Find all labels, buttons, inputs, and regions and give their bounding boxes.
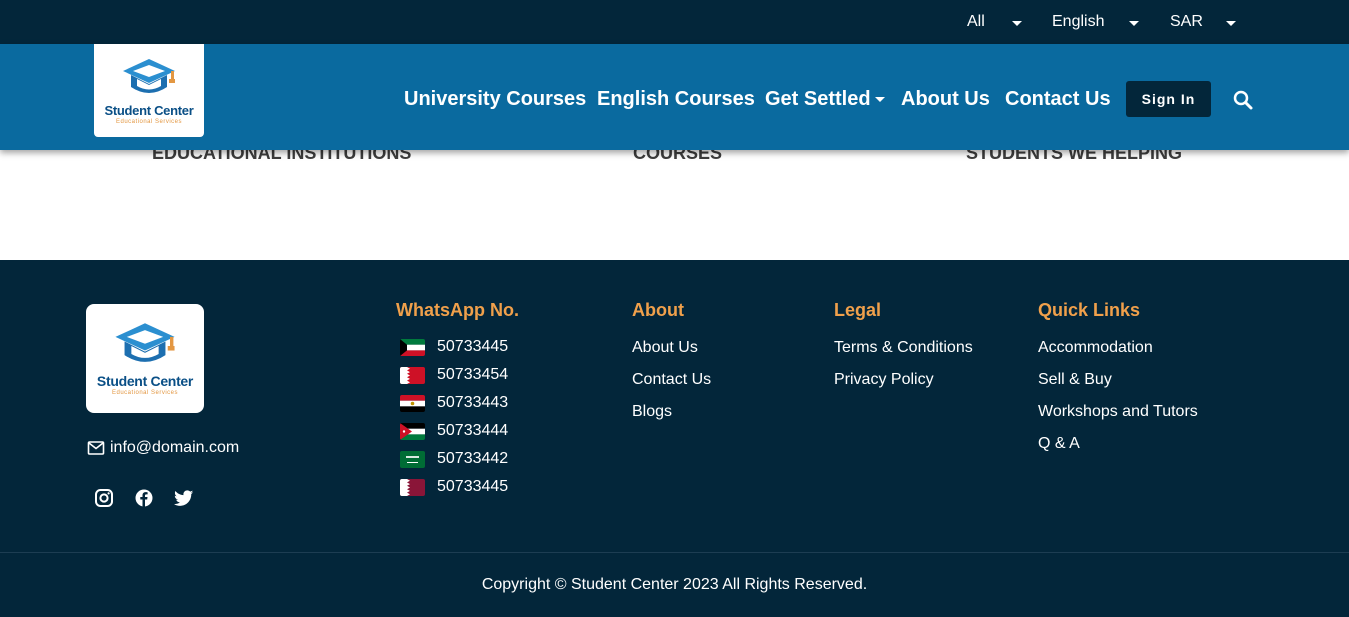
whatsapp-number-text: 50733443 xyxy=(437,394,509,411)
whatsapp-number-qatar[interactable]: 50733445 xyxy=(400,477,508,497)
nav-link-contact-us[interactable]: Contact Us xyxy=(1005,88,1111,111)
nav-link-english-courses[interactable]: English Courses xyxy=(597,88,755,111)
main-navbar: Student Center Educational Services Univ… xyxy=(0,44,1349,150)
footer-link-sell-buy[interactable]: Sell & Buy xyxy=(1038,371,1112,389)
whatsapp-number-text: 50733442 xyxy=(437,450,509,467)
whatsapp-number-text: 50733454 xyxy=(437,366,509,383)
footer-link-workshops-tutors[interactable]: Workshops and Tutors xyxy=(1038,403,1198,421)
nav-link-university-courses[interactable]: University Courses xyxy=(404,88,586,111)
language-select[interactable]: English xyxy=(1052,0,1139,44)
instagram-link[interactable] xyxy=(94,488,114,508)
graduation-cap-logo-icon xyxy=(115,323,175,362)
qatar-flag-icon xyxy=(400,478,425,496)
footer-quick-links-title: Quick Links xyxy=(1038,300,1141,320)
caret-down-icon xyxy=(1012,21,1022,26)
footer-logo-tagline: Educational Services xyxy=(111,390,179,396)
whatsapp-number-text: 50733445 xyxy=(437,478,509,495)
footer-link-accommodation[interactable]: Accommodation xyxy=(1038,339,1153,357)
currency-select[interactable]: SAR xyxy=(1170,0,1236,44)
whatsapp-number-text: 50733444 xyxy=(437,422,509,439)
whatsapp-number-kuwait[interactable]: 50733445 xyxy=(400,337,508,357)
footer-divider xyxy=(0,552,1349,553)
nav-link-get-settled-label: Get Settled xyxy=(765,88,871,110)
site-logo[interactable]: Student Center Educational Services xyxy=(94,44,204,137)
footer-link-terms[interactable]: Terms & Conditions xyxy=(834,339,973,357)
footer-link-about-us[interactable]: About Us xyxy=(632,339,698,357)
footer-about-title: About xyxy=(632,300,684,320)
caret-down-icon xyxy=(1226,21,1236,26)
whatsapp-number-egypt[interactable]: 50733443 xyxy=(400,393,508,413)
category-select[interactable]: All xyxy=(967,0,1022,44)
whatsapp-number-saudi-arabia[interactable]: 50733442 xyxy=(400,449,508,469)
footer-link-privacy-policy[interactable]: Privacy Policy xyxy=(834,371,934,389)
jordan-flag-icon xyxy=(400,422,425,440)
logo-tagline: Educational Services xyxy=(115,118,183,125)
site-footer: Student Center Educational Services info… xyxy=(0,260,1349,617)
bahrain-flag-icon xyxy=(400,366,425,384)
nav-link-get-settled[interactable]: Get Settled xyxy=(765,88,885,111)
copyright-text: Copyright © Student Center 2023 All Righ… xyxy=(481,576,868,593)
whatsapp-number-text: 50733445 xyxy=(437,338,509,355)
footer-link-qa[interactable]: Q & A xyxy=(1038,435,1080,453)
twitter-link[interactable] xyxy=(174,488,194,508)
footer-email-link[interactable]: info@domain.com xyxy=(87,439,239,457)
sign-in-button[interactable]: Sign In xyxy=(1126,81,1211,117)
footer-link-contact-us[interactable]: Contact Us xyxy=(632,371,711,389)
footer-legal-title: Legal xyxy=(834,300,882,320)
footer-whatsapp-title: WhatsApp No. xyxy=(396,300,519,320)
top-utility-bar: All English SAR xyxy=(0,0,1349,44)
whatsapp-number-jordan[interactable]: 50733444 xyxy=(400,421,508,441)
search-button[interactable] xyxy=(1231,88,1255,112)
logo-brand-name: Student Center xyxy=(104,102,194,118)
facebook-icon xyxy=(135,489,153,507)
saudi-arabia-flag-icon xyxy=(400,450,425,468)
nav-link-about-us[interactable]: About Us xyxy=(901,88,990,111)
instagram-icon xyxy=(95,489,113,507)
graduation-cap-logo-icon xyxy=(123,58,175,93)
language-select-value: English xyxy=(1052,13,1105,30)
mail-icon xyxy=(87,441,105,455)
facebook-link[interactable] xyxy=(134,488,154,508)
category-select-value: All xyxy=(967,13,985,30)
footer-logo-brand-name: Student Center xyxy=(96,373,194,389)
caret-down-icon xyxy=(1129,21,1139,26)
egypt-flag-icon xyxy=(400,394,425,412)
search-icon xyxy=(1233,90,1253,110)
currency-select-value: SAR xyxy=(1170,13,1203,30)
footer-email-text: info@domain.com xyxy=(110,439,240,456)
kuwait-flag-icon xyxy=(400,338,425,356)
footer-link-blogs[interactable]: Blogs xyxy=(632,403,672,421)
caret-down-icon xyxy=(874,97,885,103)
whatsapp-number-bahrain[interactable]: 50733454 xyxy=(400,365,508,385)
twitter-icon xyxy=(174,490,194,506)
footer-logo[interactable]: Student Center Educational Services xyxy=(86,304,204,413)
